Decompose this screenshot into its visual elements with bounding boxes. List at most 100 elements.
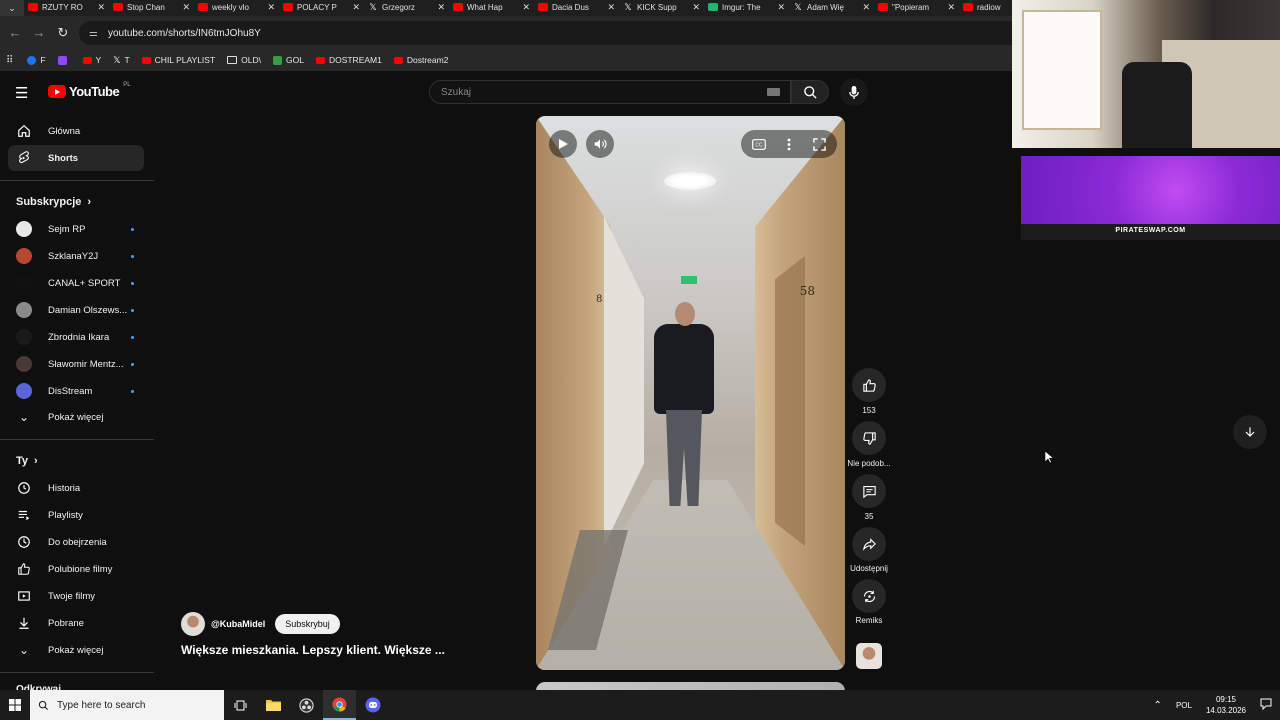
new-content-dot bbox=[131, 227, 134, 231]
sidebar-item-home[interactable]: Główna bbox=[8, 118, 144, 144]
video-frame-door bbox=[775, 256, 805, 546]
subscription-item[interactable]: CANAL+ SPORT bbox=[8, 270, 144, 296]
fullscreen-icon bbox=[813, 137, 826, 151]
chevron-up-icon[interactable]: ⌃ bbox=[1154, 700, 1162, 711]
tab-search-button[interactable]: ⌄ bbox=[0, 0, 24, 16]
discord-button[interactable] bbox=[356, 690, 389, 720]
short-title[interactable]: Większe mieszkania. Lepszy klient. Więks… bbox=[181, 643, 445, 657]
file-explorer-button[interactable] bbox=[257, 690, 290, 720]
more-options-button[interactable] bbox=[787, 138, 791, 151]
subscription-item[interactable]: Sejm RP bbox=[8, 216, 144, 242]
browser-tab[interactable]: What Hap ✕ bbox=[449, 0, 534, 14]
browser-tab[interactable]: Stop Chan ✕ bbox=[109, 0, 194, 14]
new-content-dot bbox=[131, 308, 134, 312]
home-icon bbox=[16, 123, 32, 139]
sidebar-item-history[interactable]: Historia bbox=[8, 475, 144, 501]
bookmark-item[interactable]: OLD\ bbox=[227, 55, 261, 66]
voice-search-button[interactable] bbox=[840, 78, 868, 106]
bookmark-item[interactable]: Dostream2 bbox=[393, 55, 448, 66]
comments-button[interactable] bbox=[852, 474, 886, 508]
browser-tab[interactable]: Dacia Dus ✕ bbox=[534, 0, 619, 14]
site-info-icon[interactable]: ⚌ bbox=[89, 28, 98, 39]
bookmark-item[interactable]: Y bbox=[82, 55, 101, 66]
sidebar-item-playlist[interactable]: Playlisty bbox=[8, 502, 144, 528]
youtube-favicon-icon bbox=[453, 3, 463, 11]
youtube-favicon-icon bbox=[538, 3, 548, 11]
sidebar-item-download[interactable]: Pobrane bbox=[8, 610, 144, 636]
play-button[interactable] bbox=[549, 130, 577, 158]
chrome-button[interactable] bbox=[323, 690, 356, 720]
task-view-button[interactable] bbox=[224, 690, 257, 720]
channel-avatar[interactable] bbox=[181, 612, 205, 636]
clock[interactable]: 09:15 14.03.2026 bbox=[1206, 694, 1246, 716]
like-button[interactable] bbox=[852, 368, 886, 402]
subscription-item[interactable]: Sławomir Mentz... bbox=[8, 351, 144, 377]
channel-name[interactable]: @KubaMidel bbox=[211, 619, 265, 629]
sidebar-item-your-videos[interactable]: Twoje filmy bbox=[8, 583, 144, 609]
you-heading[interactable]: Ty › bbox=[16, 455, 38, 467]
taskbar-search-input[interactable]: Type here to search bbox=[30, 690, 224, 720]
sidebar-item-watch-later[interactable]: Do obejrzenia bbox=[8, 529, 144, 555]
close-tab-icon[interactable]: ✕ bbox=[607, 2, 615, 13]
close-tab-icon[interactable]: ✕ bbox=[522, 2, 530, 13]
search-button[interactable] bbox=[791, 80, 829, 104]
language-indicator[interactable]: POL bbox=[1176, 701, 1192, 710]
sidebar-item-like[interactable]: Polubione filmy bbox=[8, 556, 144, 582]
captions-button[interactable]: CC bbox=[751, 138, 766, 150]
subscription-item[interactable]: Damian Olszews... bbox=[8, 297, 144, 323]
subscription-item[interactable]: SzklanaY2J bbox=[8, 243, 144, 269]
fullscreen-button[interactable] bbox=[813, 137, 826, 151]
browser-tab[interactable]: weekly vlo ✕ bbox=[194, 0, 279, 14]
show-more-subscriptions[interactable]: ⌄ Pokaż więcej bbox=[8, 404, 144, 430]
close-tab-icon[interactable]: ✕ bbox=[182, 2, 190, 13]
browser-tab[interactable]: "Popieram ✕ bbox=[874, 0, 959, 14]
notification-icon[interactable] bbox=[1260, 698, 1272, 712]
close-tab-icon[interactable]: ✕ bbox=[777, 2, 785, 13]
browser-tab[interactable]: 𝕏 Adam Wię ✕ bbox=[789, 0, 874, 14]
back-button[interactable]: ← bbox=[3, 25, 27, 40]
sound-thumbnail[interactable] bbox=[856, 643, 882, 669]
youtube-icon bbox=[141, 56, 151, 64]
short-video-player[interactable]: 58 8 CC bbox=[536, 116, 845, 670]
browser-tab[interactable]: RZUTY RO ✕ bbox=[24, 0, 109, 14]
share-button[interactable] bbox=[852, 527, 886, 561]
browser-tab[interactable]: 𝕏 KICK Supp ✕ bbox=[619, 0, 704, 14]
subscription-label: DisStream bbox=[48, 385, 93, 397]
close-tab-icon[interactable]: ✕ bbox=[862, 2, 870, 13]
close-tab-icon[interactable]: ✕ bbox=[267, 2, 275, 13]
keyboard-icon[interactable] bbox=[767, 88, 780, 96]
next-short-button[interactable] bbox=[1233, 415, 1267, 449]
subscriptions-heading[interactable]: Subskrypcje › bbox=[16, 196, 91, 208]
forward-button[interactable]: → bbox=[27, 25, 51, 40]
close-tab-icon[interactable]: ✕ bbox=[352, 2, 360, 13]
dislike-label: Nie podob... bbox=[847, 459, 891, 468]
bookmark-item[interactable]: CHIL PLAYLIST bbox=[141, 55, 215, 66]
close-tab-icon[interactable]: ✕ bbox=[97, 2, 105, 13]
volume-button[interactable] bbox=[586, 130, 614, 158]
dislike-button[interactable] bbox=[852, 421, 886, 455]
close-tab-icon[interactable]: ✕ bbox=[692, 2, 700, 13]
bookmark-item[interactable]: 𝕏T bbox=[113, 55, 129, 66]
obs-button[interactable] bbox=[290, 690, 323, 720]
bookmark-item[interactable]: GOL bbox=[272, 55, 304, 66]
subscribe-button[interactable]: Subskrybuj bbox=[275, 614, 340, 634]
reload-button[interactable]: ↻ bbox=[51, 25, 75, 41]
show-more-you[interactable]: ⌄ Pokaż więcej bbox=[8, 637, 144, 663]
sidebar-item-shorts[interactable]: Shorts bbox=[8, 145, 144, 171]
subscription-item[interactable]: DisStream bbox=[8, 378, 144, 404]
bookmark-item[interactable]: F bbox=[27, 55, 46, 66]
start-button[interactable] bbox=[0, 690, 30, 720]
close-tab-icon[interactable]: ✕ bbox=[437, 2, 445, 13]
apps-grid-icon[interactable]: ⠿ bbox=[6, 55, 13, 66]
chevron-right-icon: › bbox=[34, 455, 38, 467]
subscription-item[interactable]: Zbrodnia Ikara bbox=[8, 324, 144, 350]
close-tab-icon[interactable]: ✕ bbox=[947, 2, 955, 13]
bookmark-item[interactable] bbox=[57, 55, 71, 66]
browser-tab[interactable]: 𝕏 Grzegorz ✕ bbox=[364, 0, 449, 14]
browser-tab[interactable]: POLACY P ✕ bbox=[279, 0, 364, 14]
bookmark-item[interactable]: DOSTREAM1 bbox=[315, 55, 382, 66]
search-input[interactable]: Szukaj bbox=[429, 80, 791, 104]
channel-row: @KubaMidel Subskrybuj bbox=[181, 612, 340, 636]
remix-button[interactable] bbox=[852, 579, 886, 613]
browser-tab[interactable]: Imgur: The ✕ bbox=[704, 0, 789, 14]
